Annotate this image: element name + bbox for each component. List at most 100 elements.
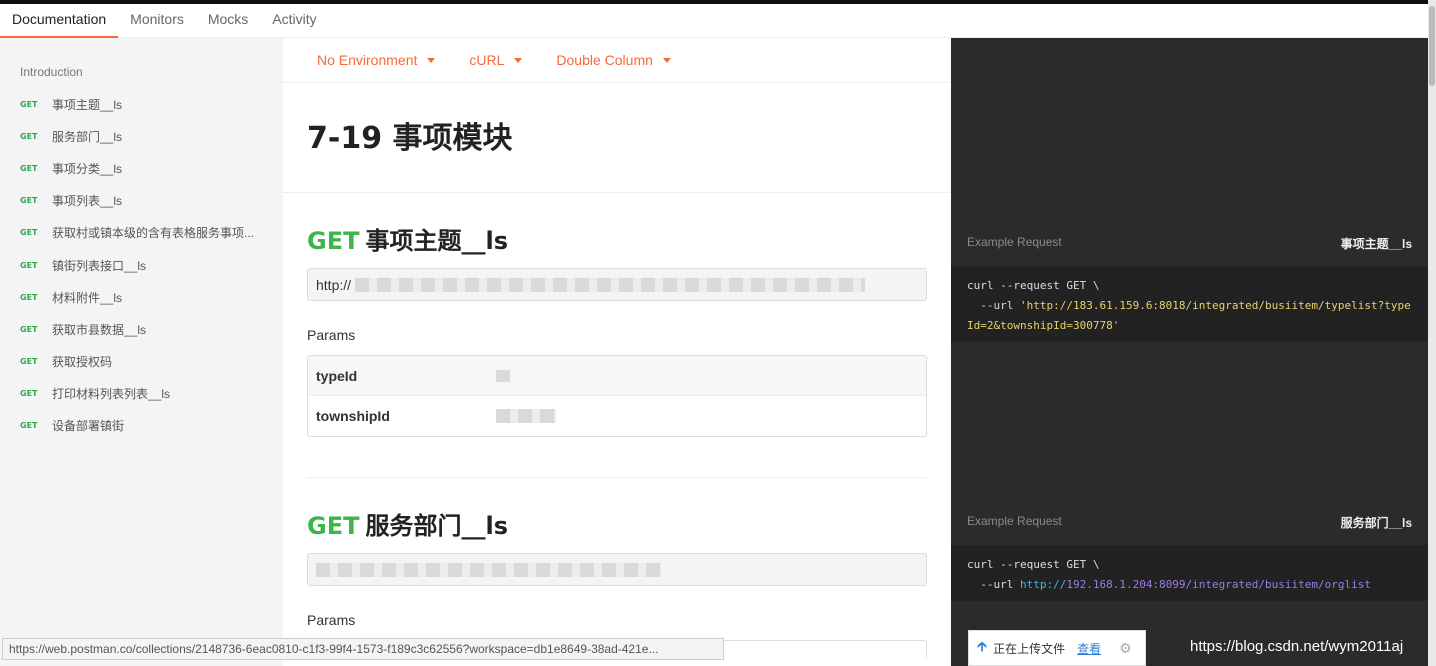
top-tabs: Documentation Monitors Mocks Activity xyxy=(0,4,1428,38)
sidebar-item-label: 设备部署镇街 xyxy=(52,419,125,434)
sidebar-item-label: 镇街列表接口__ls xyxy=(52,258,147,273)
request-name: 服务部门__ls xyxy=(365,512,508,540)
example-header: Example Request 服务部门__ls xyxy=(967,514,1412,531)
code-line: Id=2&townshipId=300778' xyxy=(967,319,1120,332)
watermark: https://blog.csdn.net/wym2011aj xyxy=(1190,638,1404,655)
request-name: 事项主题__ls xyxy=(365,227,508,255)
sidebar-item-label: 打印材料列表列表__ls xyxy=(52,387,171,402)
example-name: 服务部门__ls xyxy=(1340,516,1412,530)
example-panel: Example Request 事项主题__ls curl --request … xyxy=(951,38,1428,666)
example-code: curl --request GET \ --url http://192.16… xyxy=(951,545,1428,601)
sidebar-item-label: 材料附件__ls xyxy=(52,290,123,305)
sidebar-item-method: GET xyxy=(20,131,38,141)
language-dropdown[interactable]: cURL xyxy=(469,52,523,68)
example-name: 事项主题__ls xyxy=(1340,237,1412,251)
param-key: townshipId xyxy=(316,408,390,424)
sidebar-item[interactable]: GET 事项列表__ls xyxy=(0,185,283,217)
sidebar-item[interactable]: GET 获取市县数据__ls xyxy=(0,313,283,345)
code-url: 192.168.1.204:8099/integrated/busiitem/o… xyxy=(1066,578,1371,591)
scrollbar-thumb[interactable] xyxy=(1429,6,1435,86)
status-url: https://web.postman.co/collections/21487… xyxy=(2,638,724,660)
sidebar-item-method: GET xyxy=(20,357,38,367)
sidebar-item-method: GET xyxy=(20,292,38,302)
sidebar-item[interactable]: GET 设备部署镇街 xyxy=(0,410,283,442)
sidebar-item-method: GET xyxy=(20,389,38,399)
request-url xyxy=(307,553,927,586)
tab-documentation[interactable]: Documentation xyxy=(0,4,119,38)
sidebar-item-method: GET xyxy=(20,260,38,270)
request-title: GET 服务部门__ls xyxy=(307,506,927,541)
sidebar-item[interactable]: GET 服务部门__ls xyxy=(0,120,283,152)
sidebar-item-method: GET xyxy=(20,99,38,109)
code-scheme: http:// xyxy=(1019,578,1067,591)
sidebar-item-method: GET xyxy=(20,324,38,334)
params-label: Params xyxy=(307,612,356,628)
code-prefix: --url xyxy=(967,299,1020,312)
code-prefix: --url xyxy=(967,578,1020,591)
sidebar-item[interactable]: GET 获取授权码 xyxy=(0,346,283,378)
chevron-down-icon xyxy=(427,57,436,63)
example-header: Example Request 事项主题__ls xyxy=(967,235,1412,252)
redacted-url xyxy=(316,562,661,577)
sidebar-item[interactable]: GET 打印材料列表列表__ls xyxy=(0,378,283,410)
sidebar-item-label: 获取村或镇本级的含有表格服务事项... xyxy=(52,226,255,241)
sidebar-item-method: GET xyxy=(20,196,38,206)
tab-monitors[interactable]: Monitors xyxy=(118,4,196,38)
request-method: GET xyxy=(307,512,360,540)
url-prefix: http:// xyxy=(316,276,352,293)
environment-label: No Environment xyxy=(317,52,418,68)
request-url: http:// xyxy=(307,268,927,301)
example-label: Example Request xyxy=(967,514,1062,528)
sidebar-item[interactable]: GET 镇街列表接口__ls xyxy=(0,249,283,281)
example-label: Example Request xyxy=(967,235,1062,249)
params-table: typeId townshipId xyxy=(307,355,927,437)
sidebar-item-method: GET xyxy=(20,228,38,238)
sidebar-item[interactable]: GET 事项分类__ls xyxy=(0,152,283,184)
code-line: curl --request GET \ xyxy=(967,279,1100,292)
redacted-value xyxy=(496,369,510,382)
upload-text: 正在上传文件 xyxy=(993,641,1066,656)
code-line: --url http://192.168.1.204:8099/integrat… xyxy=(967,575,1412,595)
code-line: --url 'http://183.61.159.6:8018/integrat… xyxy=(967,296,1412,316)
page-scrollbar[interactable] xyxy=(1428,0,1436,666)
sidebar-item[interactable]: GET 材料附件__ls xyxy=(0,281,283,313)
gear-icon[interactable]: ⚙ xyxy=(1119,640,1132,657)
example-code: curl --request GET \ --url 'http://183.6… xyxy=(951,266,1428,342)
sidebar-request-list: GET 事项主题__ls GET 服务部门__ls GET 事项分类__ls GET 事项列表… xyxy=(0,88,283,442)
sidebar-item-label: 事项列表__ls xyxy=(52,194,123,209)
collection-title: 7-19 事项模块 xyxy=(283,83,951,193)
layout-dropdown[interactable]: Double Column xyxy=(556,52,671,68)
param-key: typeId xyxy=(316,367,358,384)
tab-mocks[interactable]: Mocks xyxy=(196,4,260,38)
tab-activity[interactable]: Activity xyxy=(260,4,328,38)
request-title: GET 事项主题__ls xyxy=(307,221,927,256)
doc-toolbar: No Environment cURL Double Column xyxy=(283,38,951,83)
upload-arrow-icon: 🡱 xyxy=(977,638,988,654)
chevron-down-icon xyxy=(662,57,671,63)
sidebar: Introduction GET 事项主题__ls GET 服务部门__ls GET 事项… xyxy=(0,38,283,666)
layout-label: Double Column xyxy=(556,52,653,68)
sidebar-item-method: GET xyxy=(20,421,38,431)
sidebar-item-label: 事项分类__ls xyxy=(52,161,123,176)
sidebar-item-label: 服务部门__ls xyxy=(52,129,123,144)
environment-dropdown[interactable]: No Environment xyxy=(317,52,436,68)
request-method: GET xyxy=(307,227,360,255)
param-row: townshipId xyxy=(308,396,926,436)
params-label: Params xyxy=(307,327,356,343)
sidebar-introduction[interactable]: Introduction xyxy=(0,62,283,82)
request-section-2: GET 服务部门__ls Params xyxy=(283,478,951,660)
chevron-down-icon xyxy=(514,57,523,63)
code-line: curl --request GET \ xyxy=(967,558,1100,571)
param-row: typeId xyxy=(308,356,926,396)
upload-view-link[interactable]: 查看 xyxy=(1077,640,1101,657)
documentation-panel: No Environment cURL Double Column 7-19 事… xyxy=(283,38,951,666)
sidebar-item-method: GET xyxy=(20,163,38,173)
sidebar-item[interactable]: GET 事项主题__ls xyxy=(0,88,283,120)
sidebar-item-label: 事项主题__ls xyxy=(52,97,123,112)
request-section-1: GET 事项主题__ls http:// Params typeId townsh… xyxy=(283,193,951,478)
sidebar-item-label: 获取市县数据__ls xyxy=(52,322,147,337)
upload-notification: 🡱 正在上传文件 查看 ⚙ xyxy=(968,630,1146,666)
code-url: 'http://183.61.159.6:8018/integrated/bus… xyxy=(1019,299,1411,312)
redacted-value xyxy=(496,409,556,423)
sidebar-item[interactable]: GET 获取村或镇本级的含有表格服务事项... xyxy=(0,217,283,249)
